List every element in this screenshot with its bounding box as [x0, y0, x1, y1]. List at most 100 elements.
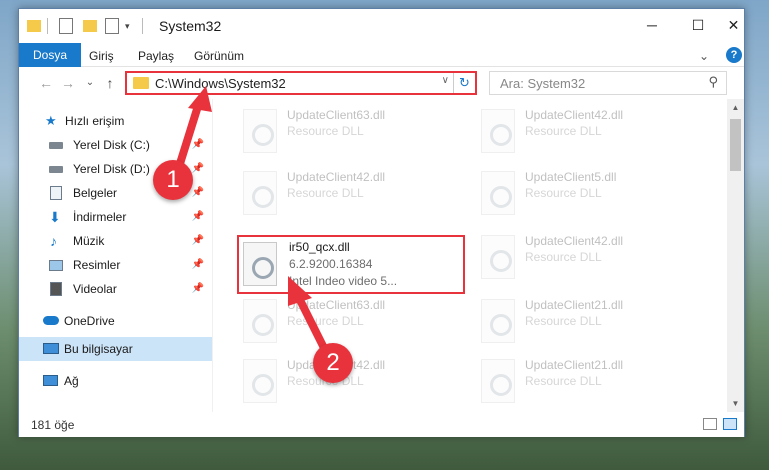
pin-icon[interactable]: 📌 — [192, 229, 204, 253]
folder-icon — [27, 20, 41, 32]
pin-icon[interactable]: 📌 — [192, 157, 204, 181]
file-type: Resource DLL — [525, 250, 602, 264]
address-path[interactable]: C:\Windows\System32 — [155, 76, 286, 91]
dll-file-icon — [243, 242, 277, 286]
file-name: UpdateClient42.dll — [525, 108, 624, 122]
properties-icon[interactable] — [59, 18, 73, 34]
sidebar-item-this-pc[interactable]: Bu bilgisayar — [19, 337, 212, 361]
search-box[interactable]: Ara: System32 ⚲ — [489, 71, 727, 95]
sidebar-item-downloads[interactable]: ⬇ İndirmeler 📌 — [19, 205, 212, 229]
sidebar-item-onedrive[interactable]: OneDrive — [19, 309, 212, 333]
item-count: 181 öğe — [31, 418, 75, 432]
file-type: Resource DLL — [525, 186, 602, 200]
dll-file-icon — [481, 171, 515, 215]
sidebar-item-quick-access[interactable]: ★ Hızlı erişim — [19, 109, 212, 133]
scroll-up-icon[interactable]: ▲ — [727, 99, 744, 116]
pin-icon[interactable]: 📌 — [192, 133, 204, 157]
sidebar-item-videos[interactable]: Videolar 📌 — [19, 277, 212, 301]
sidebar-item-label: Videolar — [73, 282, 117, 296]
back-button[interactable]: ← — [37, 74, 55, 92]
pin-icon[interactable]: 📌 — [192, 181, 204, 205]
file-name: UpdateClient63.dll — [287, 108, 386, 122]
file-name: UpdateClient42.dll — [287, 170, 386, 184]
refresh-icon[interactable]: ↻ — [453, 73, 475, 93]
file-type: Resource DLL — [287, 186, 364, 200]
address-dropdown-icon[interactable]: ∨ — [442, 75, 449, 86]
view-options-icon[interactable] — [105, 18, 119, 34]
file-explorer-window: ▾ System32 ─ ☐ ✕ Dosya Giriş Paylaş Görü… — [18, 8, 745, 437]
pin-icon[interactable]: 📌 — [192, 253, 204, 277]
star-icon: ★ — [45, 113, 57, 128]
file-item[interactable]: UpdateClient42.dll Resource DLL — [475, 103, 700, 161]
navigation-pane: ★ Hızlı erişim Yerel Disk (C:) 📌 Yerel D… — [19, 99, 213, 412]
recent-locations-button[interactable]: ⌄ — [81, 74, 99, 92]
file-type: Resource DLL — [287, 314, 364, 328]
sidebar-item-label: İndirmeler — [73, 210, 127, 224]
close-button[interactable]: ✕ — [721, 9, 746, 41]
file-name: UpdateClient21.dll — [525, 298, 624, 312]
file-item[interactable]: UpdateClient42.dll Resource DLL — [475, 229, 700, 287]
ribbon-tabs: Dosya Giriş Paylaş Görünüm ⌄ ? — [19, 43, 744, 67]
navigation-bar: ← → ⌄ ↑ C:\Windows\System32 ∨ ↻ Ara: Sys… — [19, 68, 744, 98]
file-item-ir50-qcx[interactable]: ir50_qcx.dll 6.2.9200.16384 Intel Indeo … — [237, 235, 465, 294]
separator — [142, 18, 143, 34]
new-folder-icon[interactable] — [83, 20, 97, 32]
file-item[interactable]: UpdateClient21.dll Resource DLL — [475, 353, 700, 411]
cloud-icon — [43, 316, 59, 325]
sidebar-item-local-disk-c[interactable]: Yerel Disk (C:) 📌 — [19, 133, 212, 157]
network-icon — [43, 375, 58, 386]
sidebar-item-music[interactable]: ♪ Müzik 📌 — [19, 229, 212, 253]
step-2-badge: 2 — [313, 343, 353, 383]
file-item[interactable]: UpdateClient63.dll Resource DLL — [237, 293, 462, 351]
tab-view[interactable]: Görünüm — [184, 46, 254, 66]
file-item[interactable]: UpdateClient63.dll Resource DLL — [237, 103, 462, 161]
folder-icon — [133, 77, 149, 89]
file-name: UpdateClient42.dll — [525, 234, 624, 248]
pin-icon[interactable]: 📌 — [192, 277, 204, 301]
sidebar-item-label: OneDrive — [64, 314, 115, 328]
status-bar: 181 öğe — [19, 412, 744, 437]
file-version: 6.2.9200.16384 — [289, 257, 373, 271]
search-icon[interactable]: ⚲ — [708, 74, 718, 90]
file-item[interactable]: UpdateClient21.dll Resource DLL — [475, 293, 700, 351]
file-name: UpdateClient21.dll — [525, 358, 624, 372]
sidebar-item-network[interactable]: Ağ — [19, 369, 212, 393]
customize-quick-access-icon[interactable]: ▾ — [125, 18, 135, 34]
drive-icon — [49, 142, 63, 149]
scrollbar-thumb[interactable] — [730, 119, 741, 171]
forward-button[interactable]: → — [59, 74, 77, 92]
up-button[interactable]: ↑ — [101, 74, 119, 92]
details-view-icon[interactable] — [703, 418, 717, 430]
file-item[interactable]: UpdateClient5.dll Resource DLL — [475, 165, 700, 223]
tab-share[interactable]: Paylaş — [128, 46, 184, 66]
search-input[interactable]: Ara: System32 — [500, 76, 585, 91]
large-icons-view-icon[interactable] — [723, 418, 737, 430]
help-icon[interactable]: ? — [726, 47, 742, 63]
tab-home[interactable]: Giriş — [79, 46, 124, 66]
vertical-scrollbar[interactable]: ▲ ▼ — [727, 99, 744, 412]
documents-icon — [50, 186, 62, 200]
minimize-button[interactable]: ─ — [629, 9, 675, 41]
sidebar-item-label: Resimler — [73, 258, 121, 272]
dll-file-icon — [481, 359, 515, 403]
expand-ribbon-icon[interactable]: ⌄ — [699, 46, 709, 66]
file-item[interactable]: UpdateClient42.dll Resource DLL — [237, 165, 462, 223]
dll-file-icon — [243, 171, 277, 215]
scroll-down-icon[interactable]: ▼ — [727, 395, 744, 412]
file-name: UpdateClient63.dll — [287, 298, 386, 312]
pictures-icon — [49, 260, 63, 271]
file-description: Intel Indeo video 5... — [289, 274, 398, 288]
pin-icon[interactable]: 📌 — [192, 205, 204, 229]
sidebar-item-label: Ağ — [64, 374, 79, 388]
sidebar-item-pictures[interactable]: Resimler 📌 — [19, 253, 212, 277]
tab-file[interactable]: Dosya — [19, 43, 82, 67]
file-type: Resource DLL — [525, 374, 602, 388]
address-bar[interactable]: C:\Windows\System32 ∨ ↻ — [125, 71, 477, 95]
dll-file-icon — [243, 359, 277, 403]
sidebar-item-label: Hızlı erişim — [65, 114, 125, 128]
step-1-badge: 1 — [153, 160, 193, 200]
title-bar: ▾ System32 ─ ☐ ✕ — [19, 9, 744, 43]
drive-icon — [49, 166, 63, 173]
file-type: Resource DLL — [525, 314, 602, 328]
maximize-button[interactable]: ☐ — [675, 9, 721, 41]
